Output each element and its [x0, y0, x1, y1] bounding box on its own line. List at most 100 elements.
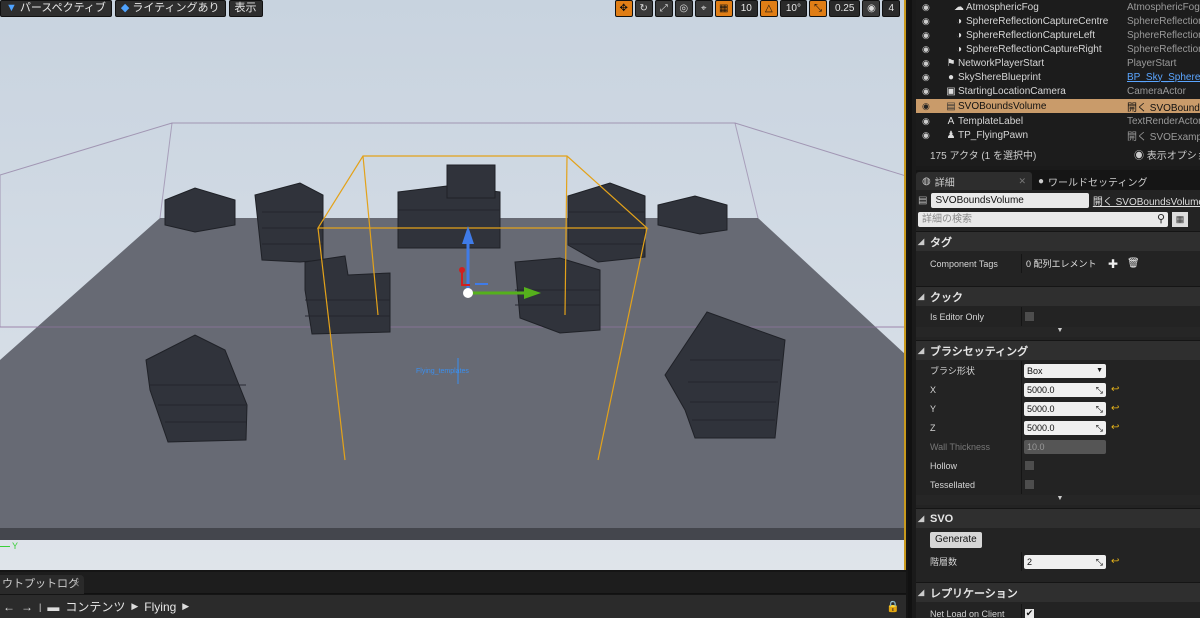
actor-name: NetworkPlayerStart — [958, 57, 1045, 69]
eye-icon[interactable]: ◉ — [922, 116, 936, 127]
reset-to-default-icon[interactable]: ↩ — [1111, 422, 1119, 433]
component-tags-row: Component Tags 0 配列エレメント ✚ 🗑 — [916, 254, 1200, 273]
outliner-row[interactable]: ◉ ● SkyShereBlueprint BP_Sky_Sphere — [916, 70, 1200, 84]
eye-icon[interactable]: ◉ — [922, 101, 936, 112]
scale-snap-value[interactable]: 0.25 — [828, 0, 861, 17]
outliner-row-selected[interactable]: ◉ ▤ SVOBoundsVolume 開く SVOBounds — [916, 99, 1200, 114]
rotate-tool-icon[interactable]: ↻ — [634, 0, 653, 17]
add-element-icon[interactable]: ✚ — [1108, 257, 1118, 271]
back-arrow-icon[interactable]: ← — [3, 600, 15, 614]
brush-y-field[interactable]: 5000.0 ⤡ — [1024, 401, 1106, 416]
category-svo[interactable]: ◢ SVO — [916, 508, 1200, 528]
eye-icon[interactable]: ◉ — [922, 86, 936, 97]
actor-type[interactable]: 開く SVOExampl — [1127, 128, 1200, 143]
actor-name-field[interactable]: SVOBoundsVolume — [931, 192, 1089, 208]
eye-icon[interactable]: ◉ — [922, 30, 936, 41]
brush-shape-label: ブラシ形状 — [930, 366, 975, 376]
actor-type-link[interactable]: BP_Sky_Sphere — [1127, 72, 1200, 83]
level-viewport[interactable]: ▼ パースペクティブ ◆ ライティングあり 表示 ✥ ↻ ⤢ ◎ ⌖ ▦ 10 … — [0, 0, 906, 570]
brush-shape-dropdown[interactable]: Box ▼ — [1024, 363, 1106, 378]
axis-indicator-line — [0, 546, 10, 547]
drag-handle-icon: ⤡ — [1095, 422, 1103, 433]
eye-icon[interactable]: ◉ — [922, 72, 936, 83]
category-tags[interactable]: ◢ タグ — [916, 231, 1200, 251]
breadcrumb-flying[interactable]: Flying — [144, 600, 176, 614]
advanced-expander-icon[interactable]: ▼ — [916, 495, 1200, 505]
trash-icon[interactable]: 🗑 — [1127, 258, 1140, 269]
is-editor-only-label: Is Editor Only — [930, 311, 985, 322]
advanced-expander-icon[interactable]: ▼ — [916, 327, 1200, 337]
outliner-row[interactable]: ◉ A TemplateLabel TextRenderActor — [916, 114, 1200, 128]
show-button[interactable]: 表示 — [228, 0, 263, 17]
tab-details-label: 詳細 — [934, 177, 955, 189]
generate-button[interactable]: Generate — [930, 531, 982, 548]
eye-icon[interactable]: ◉ — [922, 130, 936, 141]
tab-world-settings[interactable]: ● ワールドセッティング — [1032, 172, 1153, 190]
reset-to-default-icon[interactable]: ↩ — [1111, 556, 1119, 567]
outliner-row[interactable]: ◉ ☁ AtmosphericFog AtmosphericFog — [916, 0, 1200, 14]
tab-details[interactable]: ◍ 詳細 ✕ — [916, 172, 1032, 190]
grid-snap-value[interactable]: 10 — [734, 0, 758, 17]
scene-render — [0, 122, 904, 540]
template-actor-label: Flying_templates — [416, 368, 469, 375]
actor-type: TextRenderActor — [1127, 115, 1200, 127]
outliner-row[interactable]: ◉ ◑ SphereReflectionCaptureLeft SphereRe… — [916, 28, 1200, 42]
actor-type-link[interactable]: 開く SVOBounds — [1127, 99, 1200, 114]
lighting-mode-button[interactable]: ◆ ライティングあり — [114, 0, 226, 17]
chevron-right-icon[interactable]: ▶ — [182, 601, 189, 612]
world-outliner: ◉ ☁ AtmosphericFog AtmosphericFog ◉ ◑ Sp… — [916, 0, 1200, 166]
rotation-snap-icon[interactable]: △ — [759, 0, 778, 17]
perspective-label: パースペクティブ — [19, 2, 106, 14]
lock-icon[interactable]: 🔒 — [886, 600, 900, 613]
net-load-checkbox[interactable]: ✔ — [1024, 608, 1035, 618]
eye-icon[interactable]: ◉ — [922, 2, 936, 13]
details-icon: ◍ — [922, 175, 931, 187]
brush-x-field[interactable]: 5000.0 ⤡ — [1024, 382, 1106, 397]
outliner-row[interactable]: ◉ ▣ StartingLocationCamera CameraActor — [916, 84, 1200, 98]
reset-to-default-icon[interactable]: ↩ — [1111, 384, 1119, 395]
camera-speed-value[interactable]: 4 — [882, 0, 900, 17]
outliner-row[interactable]: ◉ ⚑ NetworkPlayerStart PlayerStart — [916, 56, 1200, 70]
surface-snap-icon[interactable]: ⌖ — [694, 0, 713, 17]
close-icon[interactable]: ✕ — [72, 575, 80, 594]
rotation-snap-value[interactable]: 10° — [779, 0, 807, 17]
forward-arrow-icon[interactable]: → — [21, 600, 33, 614]
close-icon[interactable]: ✕ — [1018, 176, 1026, 187]
output-log-tab[interactable]: ウトプットログ ✕ — [0, 575, 84, 594]
eye-icon[interactable]: ◉ — [922, 16, 936, 27]
drag-handle-icon: ⤡ — [1095, 556, 1103, 567]
category-cook[interactable]: ◢ クック — [916, 286, 1200, 306]
view-options-button[interactable]: ◉ 表示オプショ — [1134, 147, 1200, 162]
open-blueprint-link[interactable]: 開く SVOBoundsVolume — [1093, 193, 1200, 208]
world-local-icon[interactable]: ◎ — [674, 0, 693, 17]
output-log-tabbar: ウトプットログ ✕ — [0, 572, 906, 594]
translate-tool-icon[interactable]: ✥ — [614, 0, 633, 17]
tessellated-checkbox[interactable] — [1024, 479, 1035, 490]
outliner-row[interactable]: ◉ ♟ TP_FlyingPawn 開く SVOExampl — [916, 128, 1200, 143]
sphere-icon: ● — [947, 71, 955, 83]
hollow-checkbox[interactable] — [1024, 460, 1035, 471]
eye-icon[interactable]: ◉ — [922, 58, 936, 69]
scale-tool-icon[interactable]: ⤢ — [654, 0, 673, 17]
layers-field[interactable]: 2 ⤡ — [1024, 554, 1106, 569]
grid-snap-icon[interactable]: ▦ — [714, 0, 733, 17]
camera-speed-icon[interactable]: ◉ — [862, 0, 881, 17]
output-log-tab-label: ウトプットログ — [2, 578, 79, 590]
outliner-row[interactable]: ◉ ◑ SphereReflectionCaptureRight SphereR… — [916, 42, 1200, 56]
breadcrumb-content[interactable]: コンテンツ — [65, 598, 125, 615]
details-panel: ◍ 詳細 ✕ ● ワールドセッティング ▤ SVOBoundsVolume 開く… — [916, 170, 1200, 618]
eye-icon[interactable]: ◉ — [922, 44, 936, 55]
scale-snap-icon[interactable]: ⤡ — [808, 0, 827, 17]
drag-handle-icon: ⤡ — [1095, 384, 1103, 395]
is-editor-only-checkbox[interactable] — [1024, 311, 1035, 322]
show-label: 表示 — [234, 2, 257, 14]
details-search-input[interactable]: 詳細の検索 ⚲ — [918, 211, 1168, 227]
perspective-button[interactable]: ▼ パースペクティブ — [0, 0, 112, 17]
brush-z-field[interactable]: 5000.0 ⤡ — [1024, 420, 1106, 435]
property-matrix-icon[interactable]: ▦ — [1172, 211, 1188, 227]
reset-to-default-icon[interactable]: ↩ — [1111, 403, 1119, 414]
outliner-row[interactable]: ◉ ◑ SphereReflectionCaptureCentre Sphere… — [916, 14, 1200, 28]
category-brush-settings[interactable]: ◢ ブラシセッティング — [916, 340, 1200, 360]
chevron-right-icon[interactable]: ▶ — [131, 601, 138, 612]
category-replication[interactable]: ◢ レプリケーション — [916, 582, 1200, 602]
